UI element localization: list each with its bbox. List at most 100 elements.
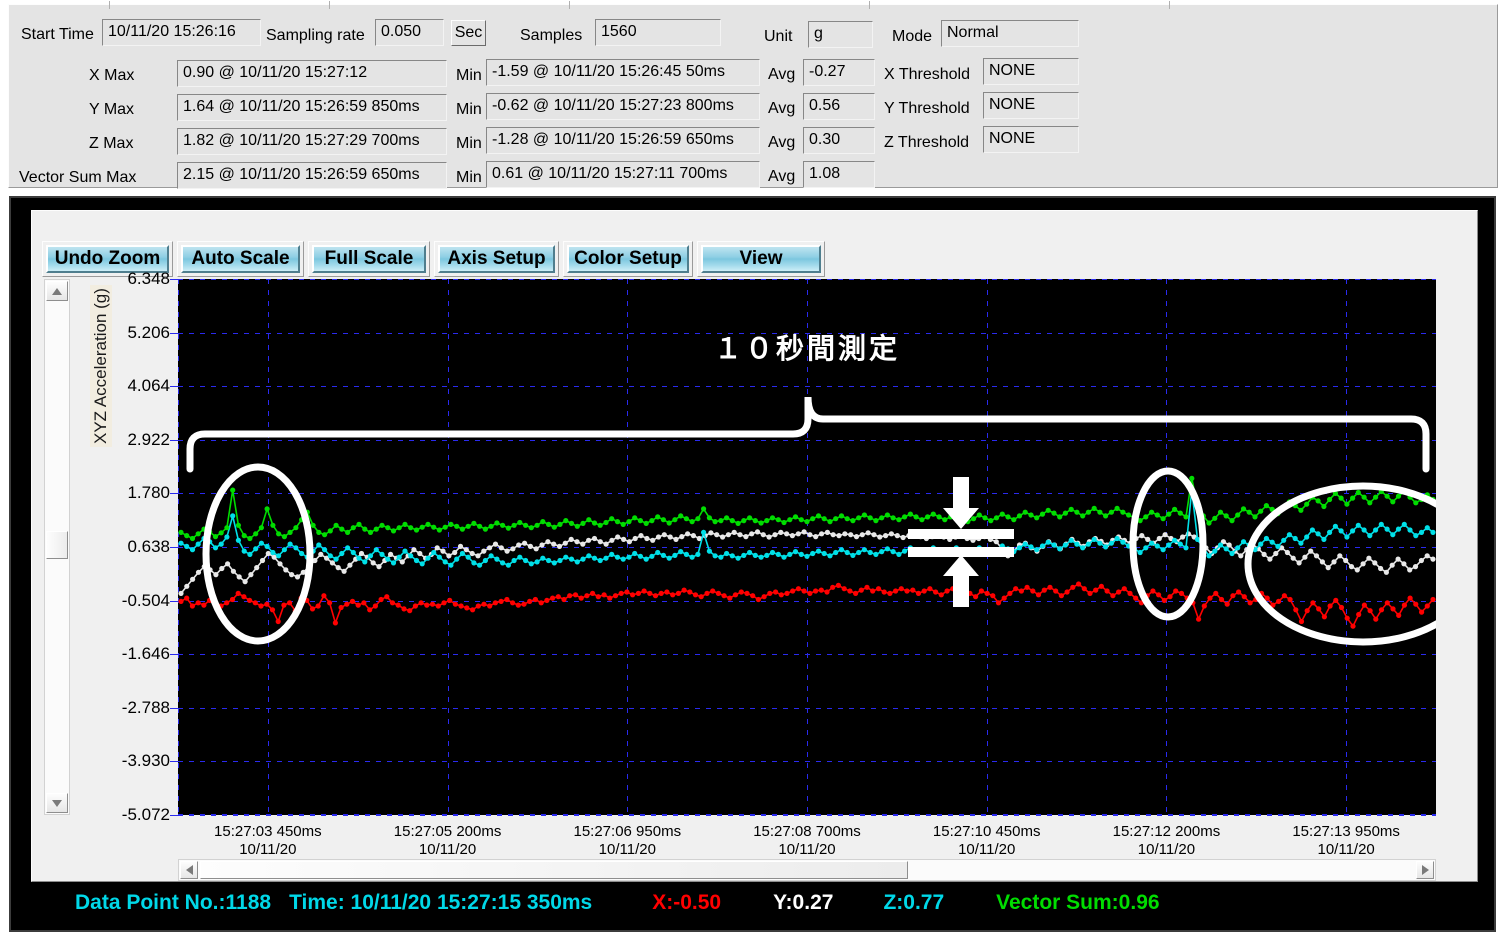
plot-area[interactable]: １０秒間測定 — [178, 279, 1436, 816]
color-setup-button-wrapper: Color Setup — [563, 241, 693, 277]
x-max-label: X Max — [89, 67, 135, 84]
x-tick-time: 15:27:12 200ms — [1112, 823, 1221, 840]
x-tick-label: 15:27:05 200ms 10/11/20 — [348, 823, 548, 859]
y-tick-label: 2.922 — [127, 429, 170, 449]
vertical-scroll-thumb[interactable] — [46, 531, 68, 559]
x-tick-time: 15:27:10 450ms — [932, 823, 1041, 840]
axis-setup-button-wrapper: Axis Setup — [434, 241, 559, 277]
y-max-label: Y Max — [89, 101, 135, 118]
x-avg-label: Avg — [768, 66, 796, 83]
sampling-rate-field[interactable]: 0.050 — [375, 19, 444, 46]
x-tick-label: 15:27:12 200ms 10/11/20 — [1066, 823, 1266, 859]
x-tick-time: 15:27:03 450ms — [214, 823, 322, 840]
sampling-rate-label: Sampling rate — [266, 27, 365, 44]
z-threshold-label: Z Threshold — [884, 134, 970, 151]
y-min-label: Min — [456, 101, 482, 118]
samples-field[interactable]: 1560 — [595, 19, 721, 46]
full-scale-button[interactable]: Full Scale — [312, 245, 426, 273]
start-time-label: Start Time — [21, 26, 94, 43]
y-tick-label: -2.788 — [121, 697, 170, 717]
y-avg-field[interactable]: 0.56 — [803, 93, 875, 120]
vector-sum-min-field[interactable]: 0.61 @ 10/11/20 15:27:11 700ms — [486, 161, 760, 188]
y-tick-label: 5.206 — [127, 322, 170, 342]
x-tick-date: 10/11/20 — [239, 841, 297, 858]
status-data-point: Data Point No.:1188 — [75, 891, 272, 914]
chevron-right-icon — [1421, 865, 1429, 875]
z-min-label: Min — [456, 135, 482, 152]
gridline-horizontal — [178, 815, 1436, 816]
chevron-left-icon — [185, 865, 193, 875]
series-vector-sum — [178, 475, 1436, 542]
scroll-right-button[interactable] — [1416, 861, 1434, 879]
unit-field[interactable]: g — [808, 21, 873, 48]
vector-sum-avg-label: Avg — [768, 168, 796, 185]
horizontal-scrollbar[interactable] — [178, 859, 1436, 881]
y-tick-label: -3.930 — [121, 751, 170, 771]
z-max-field[interactable]: 1.82 @ 10/11/20 15:27:29 700ms — [177, 128, 447, 155]
y-max-field[interactable]: 1.64 @ 10/11/20 15:26:59 850ms — [177, 94, 447, 121]
x-threshold-label: X Threshold — [884, 66, 970, 83]
mode-field[interactable]: Normal — [941, 20, 1079, 47]
scroll-down-button[interactable] — [46, 793, 68, 813]
vector-sum-max-label: Vector Sum Max — [19, 169, 137, 186]
x-tick-time: 15:27:06 950ms — [573, 823, 682, 840]
vector-sum-avg-field[interactable]: 1.08 — [803, 161, 875, 188]
y-threshold-field[interactable]: NONE — [983, 92, 1079, 119]
series-x — [178, 581, 1436, 629]
y-tick-label: 0.638 — [127, 537, 170, 556]
vector-sum-min-label: Min — [456, 169, 482, 186]
scroll-left-button[interactable] — [180, 861, 198, 879]
y-tick-label: -0.504 — [121, 590, 170, 610]
x-tick-date: 10/11/20 — [418, 841, 477, 858]
samples-label: Samples — [520, 27, 583, 44]
x-tick-label: 15:27:03 450ms 10/11/20 — [168, 823, 368, 859]
horizontal-scroll-thumb[interactable] — [200, 861, 908, 879]
status-bar: Data Point No.:1188 Time: 10/11/20 15:27… — [33, 884, 1476, 922]
measurement-info-panel: Start Time 10/11/20 15:26:16 Sampling ra… — [8, 1, 1498, 189]
y-min-field[interactable]: -0.62 @ 10/11/20 15:27:23 800ms — [486, 93, 760, 120]
sec-unit-button[interactable]: Sec — [451, 20, 486, 46]
view-button-wrapper: View — [697, 241, 825, 277]
color-setup-button[interactable]: Color Setup — [567, 245, 689, 273]
axis-setup-button[interactable]: Axis Setup — [438, 245, 555, 273]
x-min-field[interactable]: -1.59 @ 10/11/20 15:26:45 50ms — [486, 59, 760, 86]
chart-panel: Undo Zoom Auto Scale Full Scale Axis Setup C… — [31, 210, 1478, 882]
z-threshold-field[interactable]: NONE — [983, 126, 1079, 153]
status-y-value: Y:0.27 — [773, 891, 834, 914]
x-tick-date: 10/11/20 — [598, 841, 656, 858]
chevron-up-icon — [52, 287, 62, 295]
status-vector-sum-value: Vector Sum:0.96 — [996, 891, 1160, 914]
unit-label: Unit — [764, 28, 793, 45]
x-min-label: Min — [456, 67, 482, 84]
x-tick-time: 15:27:13 950ms — [1292, 823, 1400, 840]
status-x-value: X:-0.50 — [652, 891, 722, 914]
x-tick-label: 15:27:13 950ms 10/11/20 — [1246, 823, 1446, 859]
full-scale-button-wrapper: Full Scale — [308, 241, 430, 277]
status-z-value: Z:0.77 — [883, 891, 945, 914]
x-max-field[interactable]: 0.90 @ 10/11/20 15:27:12 — [177, 60, 447, 87]
x-tick-label: 15:27:08 700ms 10/11/20 — [707, 823, 907, 859]
x-tick-date: 10/11/20 — [778, 841, 836, 858]
auto-scale-button[interactable]: Auto Scale — [181, 245, 300, 273]
x-tick-date: 10/11/20 — [958, 841, 1016, 858]
y-tick-label: -1.646 — [121, 644, 170, 664]
z-avg-field[interactable]: 0.30 — [803, 127, 875, 154]
x-tick-time: 15:27:05 200ms — [393, 823, 502, 840]
vector-sum-max-field[interactable]: 2.15 @ 10/11/20 15:26:59 650ms — [177, 162, 447, 189]
scroll-up-button[interactable] — [46, 281, 68, 301]
x-avg-field[interactable]: -0.27 — [803, 59, 875, 86]
start-time-field[interactable]: 10/11/20 15:26:16 — [102, 19, 261, 46]
x-threshold-field[interactable]: NONE — [983, 58, 1079, 85]
y-tick-label: 4.064 — [127, 376, 170, 396]
y-tick-label: -5.072 — [121, 805, 170, 824]
z-min-field[interactable]: -1.28 @ 10/11/20 15:26:59 650ms — [486, 127, 760, 154]
x-tick-time: 15:27:08 700ms — [753, 823, 861, 840]
view-button[interactable]: View — [701, 245, 821, 273]
mode-label: Mode — [892, 28, 933, 45]
y-tick-label: 6.348 — [127, 269, 170, 288]
y-avg-label: Avg — [768, 100, 796, 117]
x-tick-label: 15:27:06 950ms 10/11/20 — [527, 823, 727, 859]
x-tick-label: 15:27:10 450ms 10/11/20 — [887, 823, 1087, 859]
z-avg-label: Avg — [768, 134, 796, 151]
vertical-scrollbar[interactable] — [44, 279, 70, 815]
